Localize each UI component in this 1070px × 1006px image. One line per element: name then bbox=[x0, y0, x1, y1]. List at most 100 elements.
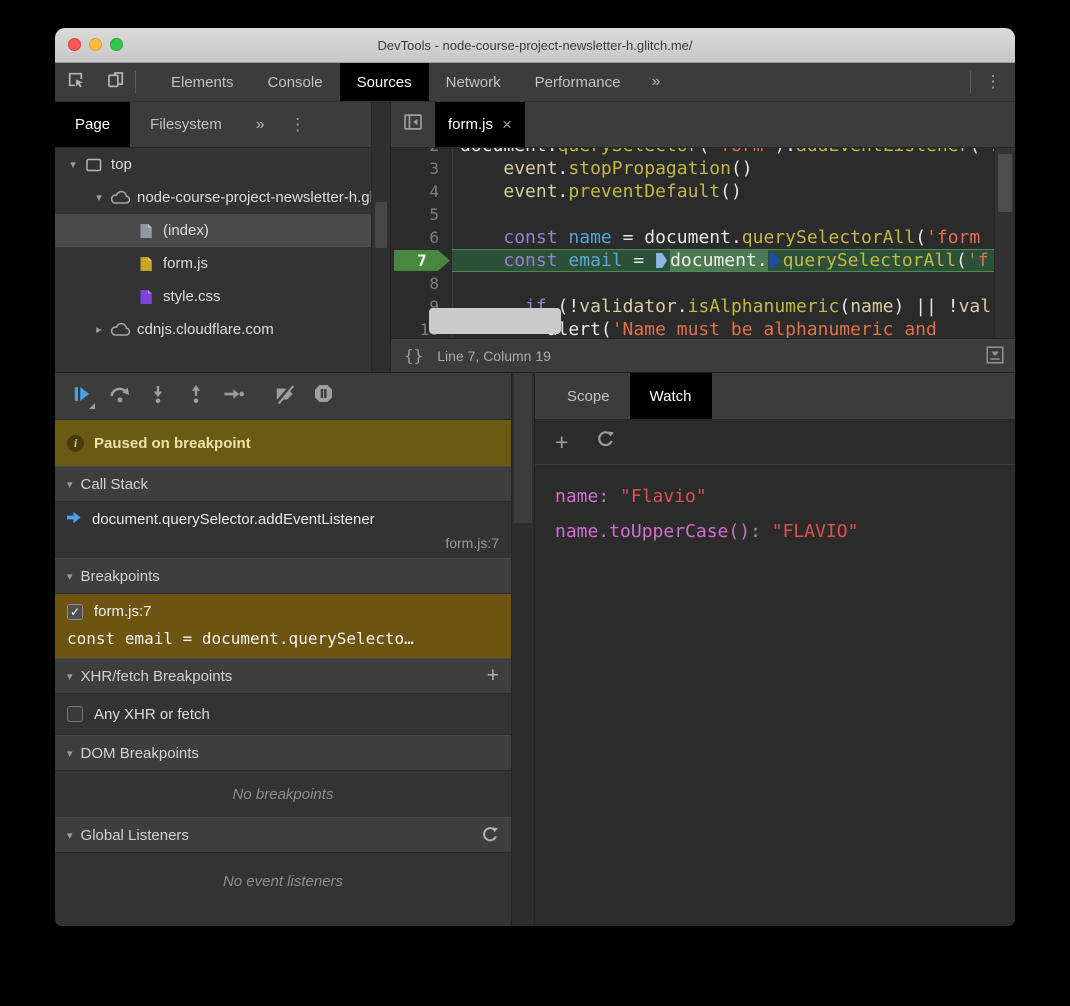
editor-scrollbar-thumb[interactable] bbox=[998, 154, 1012, 212]
token-fn: querySelectorAll bbox=[742, 227, 915, 248]
dock-preview-icon[interactable] bbox=[985, 345, 1005, 368]
navigator-menu-button[interactable]: ⋮ bbox=[279, 102, 317, 147]
collapse-navigator-button[interactable] bbox=[391, 102, 435, 147]
watch-expression[interactable]: name.toUpperCase(): "FLAVIO" bbox=[555, 514, 1015, 549]
line-number-3[interactable]: 3 bbox=[391, 157, 452, 180]
xhr-breakpoints-list: Any XHR or fetch bbox=[55, 694, 511, 735]
xhr-breakpoint-option[interactable]: Any XHR or fetch bbox=[55, 694, 511, 735]
code-line-2[interactable]: 2document.querySelector('form').addEvent… bbox=[391, 148, 1015, 157]
navigator-scrollbar[interactable] bbox=[371, 102, 390, 372]
code-line-6[interactable]: 6 const name = document.querySelectorAll… bbox=[391, 226, 1015, 249]
section-global-listeners[interactable]: ▾ Global Listeners bbox=[55, 817, 511, 853]
chevron-down-icon[interactable]: ▾ bbox=[91, 191, 107, 204]
inspect-element-button[interactable] bbox=[55, 63, 95, 101]
code-line-content[interactable]: const name = document.querySelectorAll('… bbox=[452, 226, 1015, 249]
step-over-button[interactable] bbox=[101, 373, 139, 419]
refresh-global-listeners-button[interactable] bbox=[481, 826, 499, 844]
pause-on-exceptions-button[interactable] bbox=[304, 373, 342, 419]
debugger-sidebar-scrollbar-thumb[interactable] bbox=[514, 373, 532, 523]
section-dom-breakpoints[interactable]: ▾ DOM Breakpoints bbox=[55, 735, 511, 771]
info-icon: i bbox=[67, 435, 84, 452]
sources-panel-top: Page Filesystem » ⋮ ▾top▾node-course-pro… bbox=[55, 102, 1015, 373]
chevron-right-icon[interactable]: ▸ bbox=[91, 323, 107, 336]
section-xhr-breakpoints[interactable]: ▾ XHR/fetch Breakpoints + bbox=[55, 658, 511, 694]
section-breakpoints[interactable]: ▾ Breakpoints bbox=[55, 558, 511, 594]
navigator-scrollbar-thumb[interactable] bbox=[375, 202, 387, 248]
debugger-sidebar-scrollbar[interactable] bbox=[511, 373, 535, 926]
token-str: 'f bbox=[967, 250, 989, 271]
editor-scrollbar[interactable] bbox=[994, 148, 1015, 338]
code-editor[interactable]: 2document.querySelector('form').addEvent… bbox=[391, 148, 1015, 338]
watch-expression[interactable]: name: "Flavio" bbox=[555, 479, 1015, 514]
line-number-5[interactable]: 5 bbox=[391, 203, 452, 226]
tree-item-form-js[interactable]: form.js bbox=[55, 247, 390, 280]
zoom-window-button[interactable] bbox=[110, 38, 123, 51]
frame-icon bbox=[81, 157, 107, 173]
tree-item-cdnjs-cloudflare-com[interactable]: ▸cdnjs.cloudflare.com bbox=[55, 313, 390, 346]
more-panels-button[interactable]: » bbox=[638, 63, 675, 101]
step-button[interactable] bbox=[215, 373, 253, 419]
deactivate-breakpoints-button[interactable] bbox=[266, 373, 304, 419]
step-into-button[interactable] bbox=[139, 373, 177, 419]
code-line-content[interactable]: const email = document.querySelectorAll(… bbox=[452, 249, 1015, 272]
tree-item-node-course-project-newsletter-h-glitch-me[interactable]: ▾node-course-project-newsletter-h.glitch… bbox=[55, 181, 390, 214]
inline-breakpoint-marker[interactable] bbox=[656, 253, 667, 268]
tab-page[interactable]: Page bbox=[55, 102, 130, 147]
frame-location: form.js:7 bbox=[67, 535, 499, 551]
code-line-5[interactable]: 5 bbox=[391, 203, 1015, 226]
add-xhr-breakpoint-button[interactable]: + bbox=[487, 664, 499, 688]
line-number-7[interactable]: 7 bbox=[391, 249, 452, 272]
breakpoint-checkbox[interactable]: ✓ bbox=[67, 604, 83, 620]
line-number-2[interactable]: 2 bbox=[391, 148, 452, 157]
chevron-down-icon: ▾ bbox=[67, 747, 73, 760]
line-number-6[interactable]: 6 bbox=[391, 226, 452, 249]
step-out-button[interactable] bbox=[177, 373, 215, 419]
code-line-8[interactable]: 8 bbox=[391, 272, 1015, 295]
breakpoint-entry[interactable]: ✓form.js:7const email = document.querySe… bbox=[55, 594, 511, 658]
tab-network[interactable]: Network bbox=[429, 63, 518, 101]
minimize-window-button[interactable] bbox=[89, 38, 102, 51]
pretty-print-button[interactable]: {} bbox=[404, 346, 423, 365]
line-number-8[interactable]: 8 bbox=[391, 272, 452, 295]
tab-console[interactable]: Console bbox=[251, 63, 340, 101]
tab-elements[interactable]: Elements bbox=[154, 63, 251, 101]
token-pl: ( bbox=[969, 148, 980, 156]
devtools-menu-button[interactable]: ⋮ bbox=[971, 63, 1015, 101]
token-pl: () bbox=[720, 181, 742, 202]
code-line-3[interactable]: 3 event.stopPropagation() bbox=[391, 157, 1015, 180]
tree-item-style-css[interactable]: style.css bbox=[55, 280, 390, 313]
inspect-cursor-icon bbox=[66, 70, 85, 94]
editor-tab-label: form.js bbox=[448, 116, 493, 133]
refresh-watch-button[interactable] bbox=[596, 430, 615, 454]
close-window-button[interactable] bbox=[68, 38, 81, 51]
chevron-down-icon[interactable]: ▾ bbox=[65, 158, 81, 171]
close-tab-icon[interactable]: × bbox=[502, 116, 512, 133]
add-watch-expression-button[interactable]: + bbox=[555, 431, 568, 454]
section-call-stack[interactable]: ▾ Call Stack bbox=[55, 466, 511, 502]
token-fn: querySelector bbox=[558, 148, 699, 156]
code-line-7[interactable]: 7 const email = document.querySelectorAl… bbox=[391, 249, 1015, 272]
line-number-4[interactable]: 4 bbox=[391, 180, 452, 203]
tab-sources[interactable]: Sources bbox=[340, 63, 429, 101]
code-line-content[interactable] bbox=[452, 203, 1015, 226]
tab-scope[interactable]: Scope bbox=[547, 373, 630, 419]
tab-watch[interactable]: Watch bbox=[630, 373, 712, 419]
code-line-content[interactable]: document.querySelector('form').addEventL… bbox=[452, 148, 1015, 157]
code-line-content[interactable]: event.preventDefault() bbox=[452, 180, 1015, 203]
tree-item-top[interactable]: ▾top bbox=[55, 148, 390, 181]
tab-performance[interactable]: Performance bbox=[518, 63, 638, 101]
device-toolbar-icon bbox=[106, 70, 125, 94]
call-stack-frame[interactable]: document.querySelector.addEventListenerf… bbox=[55, 502, 511, 558]
tab-filesystem[interactable]: Filesystem bbox=[130, 102, 242, 147]
tree-item--index-[interactable]: (index) bbox=[55, 214, 390, 247]
chevron-down-icon: ▾ bbox=[67, 570, 73, 583]
code-line-4[interactable]: 4 event.preventDefault() bbox=[391, 180, 1015, 203]
code-line-content[interactable] bbox=[452, 272, 1015, 295]
any-xhr-checkbox[interactable] bbox=[67, 706, 83, 722]
resume-script-button[interactable] bbox=[63, 373, 101, 419]
code-line-content[interactable]: event.stopPropagation() bbox=[452, 157, 1015, 180]
more-navigator-tabs-button[interactable]: » bbox=[242, 102, 279, 147]
inline-breakpoint-marker-selected[interactable] bbox=[769, 253, 780, 268]
toggle-device-toolbar-button[interactable] bbox=[95, 63, 135, 101]
editor-tab-formjs[interactable]: form.js × bbox=[435, 102, 525, 147]
